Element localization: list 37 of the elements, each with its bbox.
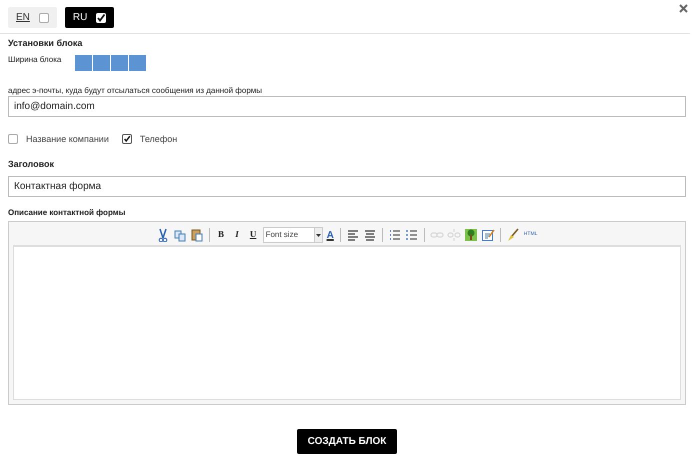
checkbox[interactable] [122,134,132,144]
width-cell[interactable] [75,54,92,70]
checkbox[interactable] [38,12,49,22]
language-tab[interactable]: RU [64,7,114,28]
bullet-list-icon[interactable] [388,228,402,242]
document-pencil-icon[interactable] [480,228,495,242]
align-left-icon[interactable] [346,228,360,242]
width-cell[interactable] [111,54,128,70]
input-field[interactable]: info@domain.com [8,96,686,116]
field-label: Описание контактной формы [8,206,126,218]
checkbox[interactable] [96,12,106,22]
underline-button[interactable]: U [246,228,260,242]
font-size-dropdown[interactable]: Font size [262,227,323,243]
checkbox-label[interactable]: Название компании [26,132,109,146]
tree-image-icon[interactable] [464,228,478,242]
text-color-button[interactable]: A [326,228,335,242]
section-title: Установки блока [8,37,84,50]
create-block-button[interactable]: СОЗДАТЬ БЛОК [296,428,398,454]
close-icon[interactable] [679,4,688,13]
brush-icon[interactable] [506,228,520,242]
checkbox[interactable] [8,134,18,144]
caret-icon[interactable] [316,234,321,236]
width-cell[interactable] [129,54,146,70]
field-label: Заголовок [8,158,56,171]
input-field[interactable]: Контактная форма [8,176,686,196]
italic-button[interactable]: I [230,228,244,242]
clipboard-icon[interactable] [190,228,204,242]
field-label: адрес э-почты, куда будут отсылаться сообщения из данной формы [8,86,264,96]
field-label: Ширина блока [8,54,62,66]
checkbox-label[interactable]: Телефон [140,132,178,146]
copy-icon[interactable] [172,228,187,242]
numbered-list-icon[interactable] [404,228,419,242]
scissors-icon[interactable] [156,228,170,242]
width-cell[interactable] [93,54,110,70]
bold-button[interactable]: B [214,228,228,242]
language-tab[interactable]: EN [8,7,57,28]
align-center-icon[interactable] [362,228,377,242]
